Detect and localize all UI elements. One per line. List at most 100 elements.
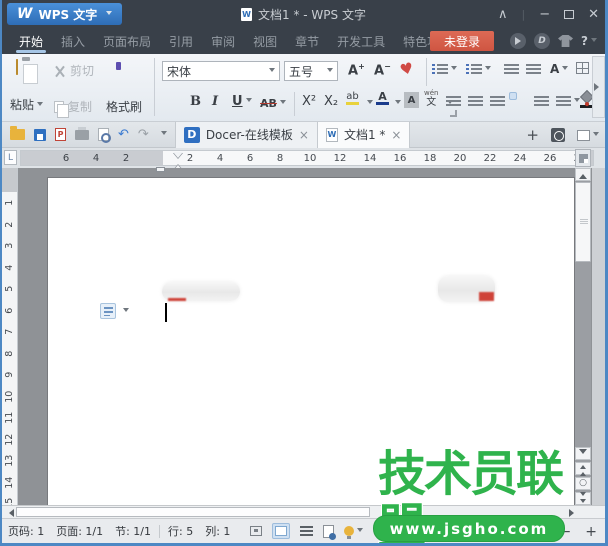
text-tools-grid-icon[interactable] xyxy=(576,62,589,74)
document-history-icon[interactable] xyxy=(323,525,334,538)
highlight-color-button[interactable]: ab xyxy=(346,92,359,105)
font-color-dropdown[interactable] xyxy=(392,96,401,110)
ruler-toggle-button[interactable] xyxy=(575,149,591,167)
ruler-left-margin: 642 xyxy=(21,151,163,165)
tab-close-icon[interactable]: × xyxy=(391,128,401,142)
open-file-icon[interactable] xyxy=(10,129,25,140)
bold-button[interactable]: B xyxy=(190,94,201,109)
highlight-dropdown[interactable] xyxy=(364,96,373,110)
scroll-left-button[interactable] xyxy=(3,507,16,518)
wps-doc-icon: W xyxy=(326,128,338,142)
status-column: 列: 1 xyxy=(199,523,236,539)
char-shading-button[interactable]: A xyxy=(404,92,419,108)
history-icon[interactable] xyxy=(551,128,565,142)
print-icon[interactable] xyxy=(75,130,89,140)
document-tab-bar: P ↶ ↷ D Docer-在线模板 × W 文档1 * × + xyxy=(2,122,605,148)
paste-button[interactable]: 粘贴 xyxy=(10,96,43,113)
bullet-list-button[interactable] xyxy=(432,64,457,75)
spellcheck-underline-2 xyxy=(479,292,494,301)
paste-options-button[interactable] xyxy=(100,303,129,319)
horizontal-ruler[interactable]: 642 24681012141618202224262830 xyxy=(20,150,594,166)
font-name-select[interactable]: 宋体 xyxy=(162,61,280,81)
vertical-ruler[interactable]: 123456789101112131415 xyxy=(2,168,18,505)
ribbon-expand-button[interactable] xyxy=(592,56,605,118)
tab-list-button[interactable] xyxy=(577,130,599,141)
copy-icon xyxy=(54,101,64,113)
app-button-label: WPS 文字 xyxy=(38,6,97,23)
docer-circle-icon[interactable]: D xyxy=(534,33,550,49)
cut-button[interactable]: 剪切 xyxy=(54,62,94,79)
line-spacing-button[interactable] xyxy=(556,96,580,107)
decrease-indent-button[interactable] xyxy=(504,64,519,75)
font-dialog-launcher[interactable] xyxy=(450,110,457,117)
numbered-list-button[interactable] xyxy=(466,64,491,75)
menu-tab[interactable]: 审阅 xyxy=(202,28,244,54)
window-controls-separator: | xyxy=(521,8,525,21)
subscript-button[interactable]: X₂ xyxy=(324,94,338,109)
chevron-down-icon xyxy=(106,11,112,18)
minimize-button[interactable]: − xyxy=(539,7,550,22)
align-left-button[interactable] xyxy=(446,96,461,107)
font-size-select[interactable]: 五号 xyxy=(284,61,338,81)
paste-icon[interactable] xyxy=(16,60,18,74)
line-spacing-icon xyxy=(556,96,571,107)
skin-icon[interactable] xyxy=(558,35,573,47)
menu-tab[interactable]: 开始 xyxy=(10,28,52,54)
format-painter-button[interactable]: 格式刷 xyxy=(106,98,142,115)
undo-icon[interactable]: ↶ xyxy=(118,127,129,142)
quick-access-dropdown[interactable] xyxy=(161,131,167,138)
menu-tab[interactable]: 引用 xyxy=(160,28,202,54)
wps-app-button[interactable]: W WPS 文字 xyxy=(7,3,122,25)
feedback-icon[interactable] xyxy=(510,33,526,49)
menu-tab[interactable]: 开发工具 xyxy=(328,28,394,54)
ribbon: 粘贴 剪切 复制 格式刷 宋体 五号 A+ A− ♥ B I xyxy=(2,54,605,122)
export-pdf-icon[interactable]: P xyxy=(55,128,66,141)
status-page-count: 页面: 1/1 xyxy=(50,523,109,539)
outline-view-icon[interactable] xyxy=(300,526,313,536)
tab-docer[interactable]: D Docer-在线模板 × xyxy=(175,122,318,148)
collapse-ribbon-icon[interactable]: ∧ xyxy=(498,7,508,22)
tips-button[interactable] xyxy=(344,526,363,536)
shrink-font-button[interactable]: A− xyxy=(374,62,391,78)
underline-button[interactable]: U xyxy=(232,94,252,109)
distribute-button[interactable] xyxy=(534,96,549,107)
align-center-button[interactable] xyxy=(468,96,483,107)
page-view-button[interactable] xyxy=(272,523,290,539)
copy-button[interactable]: 复制 xyxy=(54,98,92,115)
grow-font-button[interactable]: A+ xyxy=(348,62,365,78)
tab-stop-selector[interactable]: L xyxy=(4,150,17,165)
wps-logo-icon: W xyxy=(17,6,32,22)
docer-icon: D xyxy=(184,127,200,143)
new-tab-button[interactable]: + xyxy=(526,126,539,144)
font-color-button[interactable]: A xyxy=(376,91,389,105)
pinyin-guide-button[interactable]: wén 文 xyxy=(424,90,438,108)
justify-button[interactable] xyxy=(509,92,517,100)
fullscreen-icon[interactable] xyxy=(250,526,262,536)
redo-icon[interactable]: ↷ xyxy=(138,127,149,142)
scroll-up-button[interactable] xyxy=(575,168,591,181)
tab-document1[interactable]: W 文档1 * × xyxy=(318,122,411,148)
menu-tab[interactable]: 插入 xyxy=(52,28,94,54)
left-indent-marker[interactable] xyxy=(156,167,165,172)
italic-button[interactable]: I xyxy=(212,94,218,109)
align-right-button[interactable] xyxy=(490,96,505,107)
char-scale-button[interactable]: A xyxy=(550,62,568,76)
print-preview-icon[interactable] xyxy=(98,128,109,141)
horizontal-scroll-thumb[interactable] xyxy=(16,507,370,517)
increase-indent-button[interactable] xyxy=(526,64,541,75)
vertical-scroll-thumb[interactable] xyxy=(575,182,591,262)
login-button[interactable]: 未登录 xyxy=(430,31,494,51)
save-icon[interactable] xyxy=(34,129,46,141)
superscript-button[interactable]: X² xyxy=(302,94,316,109)
vertical-ruler-numbers: 123456789101112131415 xyxy=(2,192,17,515)
menu-tab[interactable]: 章节 xyxy=(286,28,328,54)
maximize-button[interactable] xyxy=(564,10,574,19)
help-button[interactable]: ? xyxy=(581,34,597,48)
menu-tab[interactable]: 视图 xyxy=(244,28,286,54)
close-button[interactable]: ✕ xyxy=(588,7,599,22)
tab-close-icon[interactable]: × xyxy=(299,128,309,142)
menu-tabs: 开始插入页面布局引用审阅视图章节开发工具特色功能 xyxy=(2,28,460,54)
menu-tab[interactable]: 页面布局 xyxy=(94,28,160,54)
strikethrough-button[interactable]: AB xyxy=(260,96,286,110)
text-effects-button[interactable]: ♥ xyxy=(398,59,415,80)
